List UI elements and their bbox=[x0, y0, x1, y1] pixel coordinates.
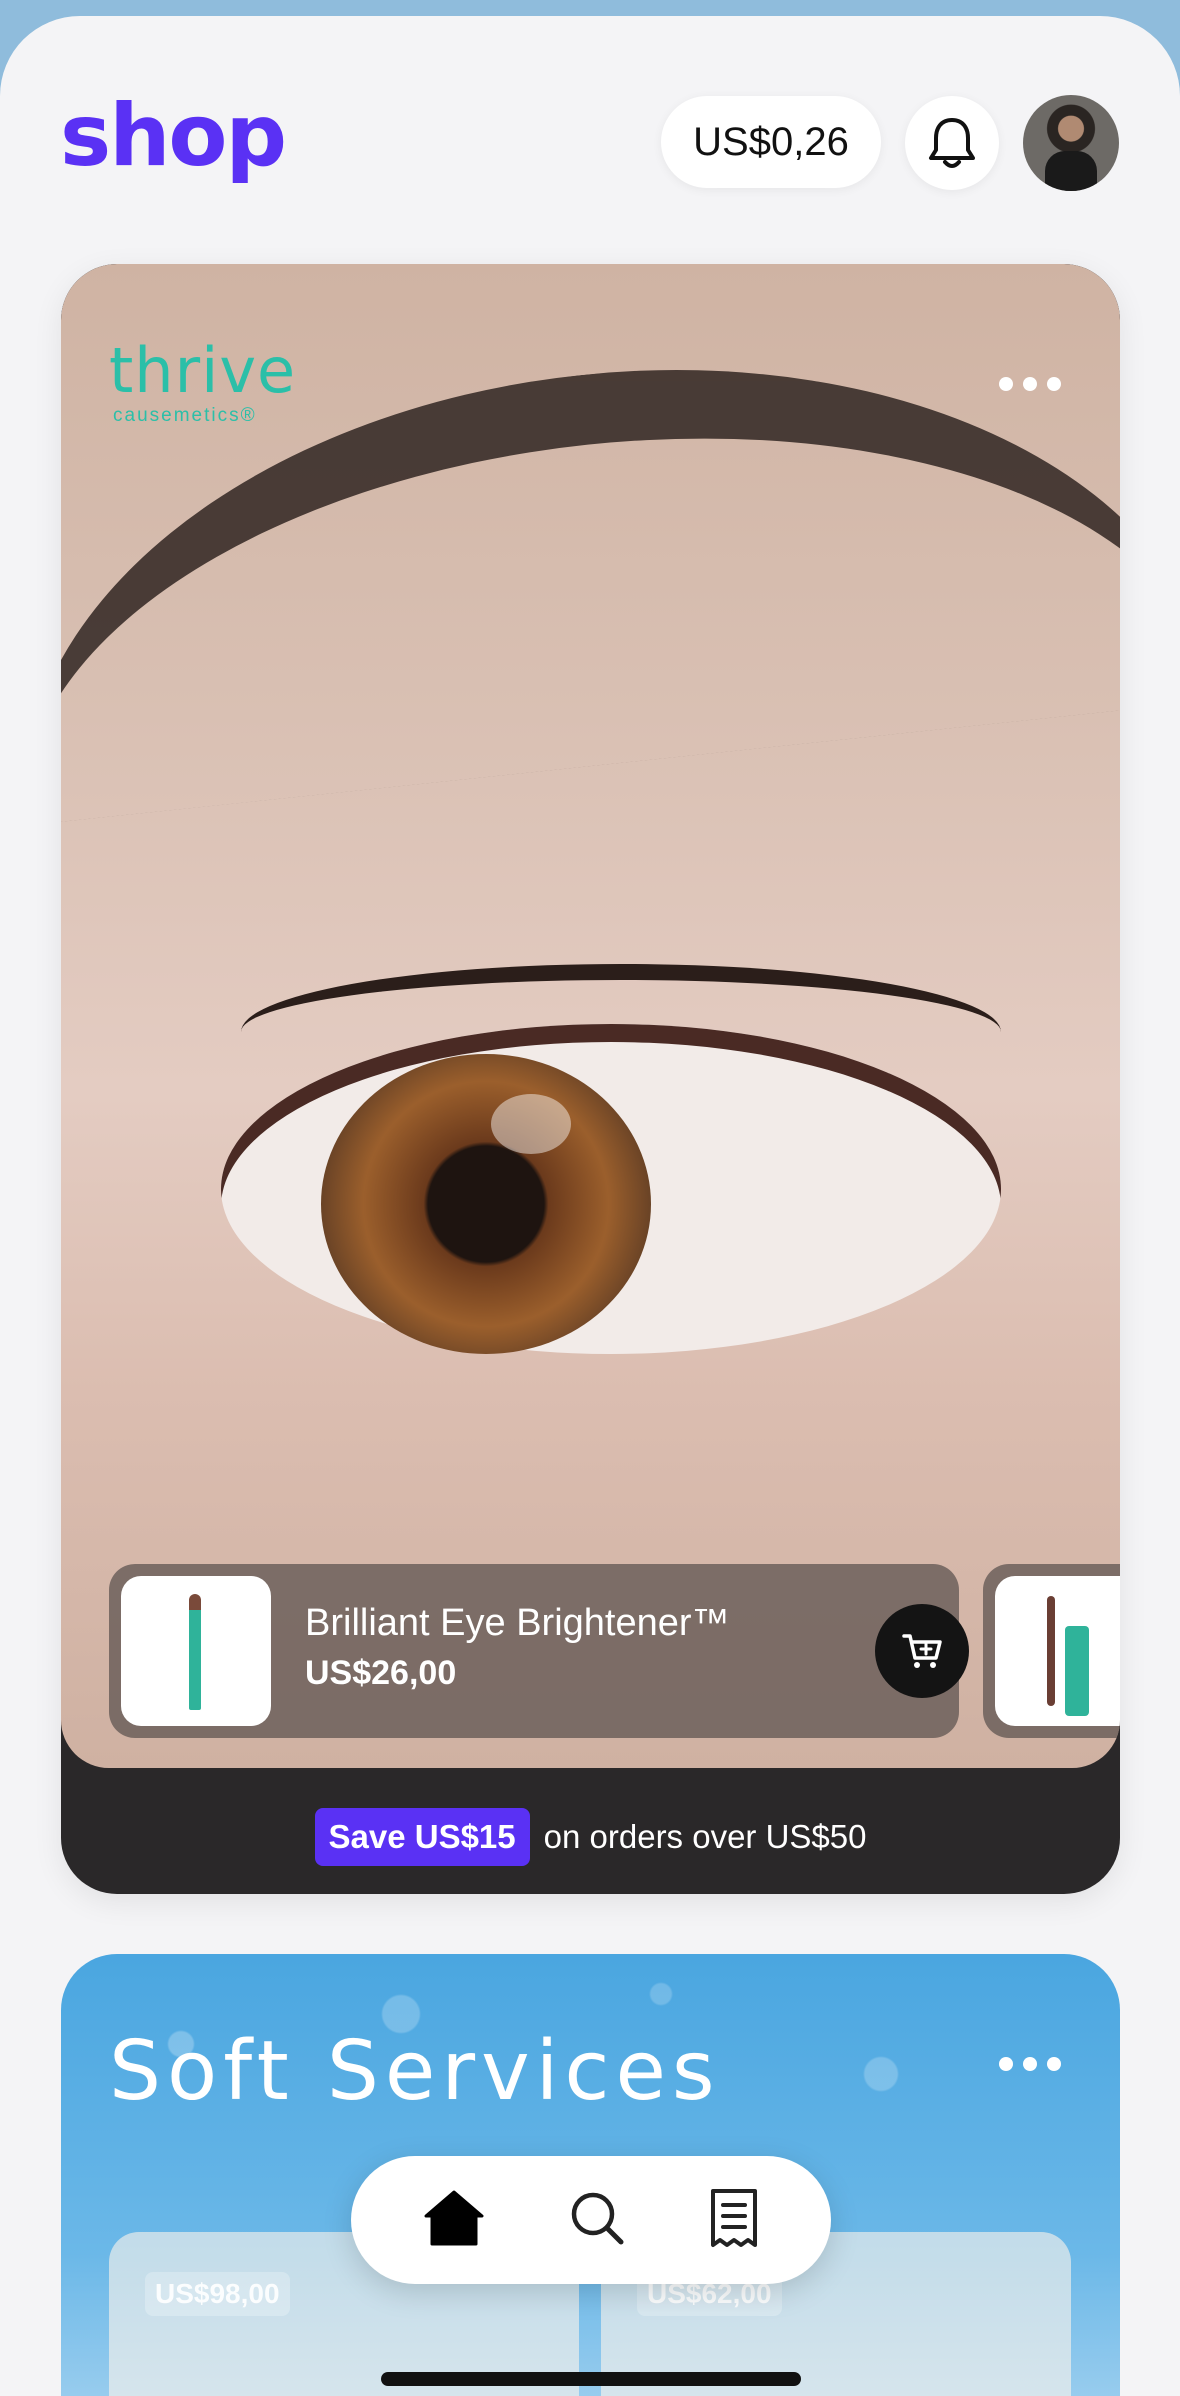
iris-graphic bbox=[321, 1054, 651, 1354]
brand-logo-name: thrive bbox=[109, 334, 297, 407]
brand-logo-sub: causemetics® bbox=[113, 405, 257, 426]
brand-logo[interactable]: thrive causemetics® bbox=[109, 334, 297, 426]
lashes-graphic bbox=[241, 964, 1001, 1100]
product-thumbnail bbox=[121, 1576, 271, 1726]
product-chip[interactable]: Brilliant Eye Brightener™ US$26,00 bbox=[109, 1564, 969, 1738]
product-name: Brilliant Eye Brightener™ bbox=[305, 1602, 730, 1644]
tab-home[interactable] bbox=[422, 2188, 486, 2253]
shop-cash-balance-button[interactable]: US$0,26 bbox=[661, 96, 881, 188]
home-indicator[interactable] bbox=[381, 2372, 801, 2386]
promo-badge: Save US$15 bbox=[314, 1808, 530, 1866]
mascara-tube-image bbox=[1065, 1626, 1089, 1716]
store-card-title: Soft Services bbox=[109, 2024, 721, 2119]
cart-add-icon bbox=[902, 1634, 942, 1668]
more-options-icon[interactable] bbox=[999, 374, 1069, 394]
tab-orders[interactable] bbox=[708, 2187, 760, 2254]
tab-search[interactable] bbox=[567, 2188, 627, 2253]
balance-value: US$0,26 bbox=[693, 119, 849, 164]
iris-highlight bbox=[491, 1094, 571, 1154]
promo-text: on orders over US$50 bbox=[543, 1818, 867, 1855]
home-icon bbox=[424, 2190, 484, 2245]
eye-pencil-image bbox=[189, 1594, 201, 1710]
product-price: US$26,00 bbox=[305, 1654, 457, 1692]
product-thumbnail-next bbox=[995, 1576, 1120, 1726]
more-options-icon[interactable] bbox=[999, 2054, 1069, 2074]
app-screen: shop US$0,26 thrive causemetics® Brillia… bbox=[0, 16, 1180, 2396]
promo-banner[interactable]: Save US$15 on orders over US$50 bbox=[61, 1804, 1120, 1870]
store-product-price: US$98,00 bbox=[145, 2272, 290, 2316]
bottom-tab-bar bbox=[351, 2156, 831, 2284]
store-feature-card[interactable]: thrive causemetics® Brilliant Eye Bright… bbox=[61, 264, 1120, 1894]
receipt-icon bbox=[711, 2188, 758, 2247]
notifications-button[interactable] bbox=[905, 96, 999, 190]
product-video[interactable]: thrive causemetics® Brilliant Eye Bright… bbox=[61, 264, 1120, 1768]
product-chip-next[interactable] bbox=[983, 1564, 1120, 1738]
mascara-wand-image bbox=[1047, 1596, 1055, 1706]
shop-logo: shop bbox=[60, 86, 287, 186]
profile-avatar[interactable] bbox=[1023, 95, 1119, 191]
add-to-cart-button[interactable] bbox=[875, 1604, 969, 1698]
bell-icon bbox=[929, 118, 975, 168]
search-icon bbox=[571, 2192, 624, 2244]
